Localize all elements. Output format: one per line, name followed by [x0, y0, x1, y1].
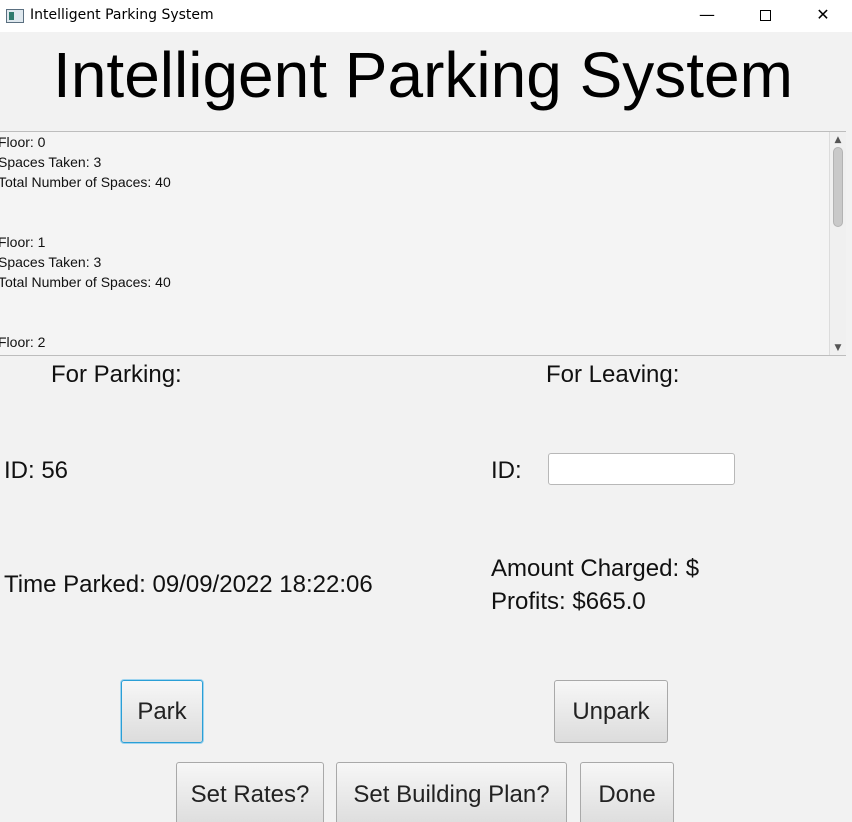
profits-label: Profits: $665.0: [491, 588, 646, 615]
title-bar: Intelligent Parking System — ✕: [0, 0, 852, 32]
leaving-id-input[interactable]: [548, 453, 735, 485]
scroll-thumb[interactable]: [833, 147, 843, 227]
set-building-plan-button[interactable]: Set Building Plan?: [336, 762, 567, 822]
park-button[interactable]: Park: [121, 680, 203, 743]
floor-status-textarea[interactable]: Floor: 0 Spaces Taken: 3 Total Number of…: [0, 131, 846, 356]
app-window-icon: [6, 9, 24, 23]
set-rates-button[interactable]: Set Rates?: [176, 762, 324, 822]
leaving-id-label: ID:: [491, 457, 522, 484]
maximize-button[interactable]: [736, 0, 794, 32]
amount-charged-label: Amount Charged: $: [491, 555, 700, 582]
maximize-icon: [759, 10, 771, 21]
minimize-button[interactable]: —: [678, 0, 736, 32]
done-button[interactable]: Done: [580, 762, 674, 822]
status-line: Floor: 1: [0, 234, 46, 250]
for-parking-heading: For Parking:: [51, 361, 182, 388]
status-line: Floor: 2: [0, 334, 46, 350]
time-parked-label: Time Parked: 09/09/2022 18:22:06: [4, 571, 373, 598]
status-line: Total Number of Spaces: 40: [0, 274, 171, 290]
for-leaving-heading: For Leaving:: [546, 361, 680, 388]
page-title: Intelligent Parking System: [53, 39, 793, 111]
vertical-scrollbar[interactable]: ▲ ▼: [829, 132, 846, 355]
unpark-button[interactable]: Unpark: [554, 680, 668, 743]
status-line: Total Number of Spaces: 40: [0, 174, 171, 190]
window-title: Intelligent Parking System: [30, 7, 214, 23]
scroll-up-icon[interactable]: ▲: [830, 133, 846, 147]
status-line: Floor: 0: [0, 134, 46, 150]
close-button[interactable]: ✕: [794, 0, 852, 32]
parking-id-label: ID: 56: [4, 457, 69, 484]
status-line: Spaces Taken: 3: [0, 154, 102, 170]
scroll-down-icon[interactable]: ▼: [830, 341, 846, 355]
status-line: Spaces Taken: 3: [0, 254, 102, 270]
